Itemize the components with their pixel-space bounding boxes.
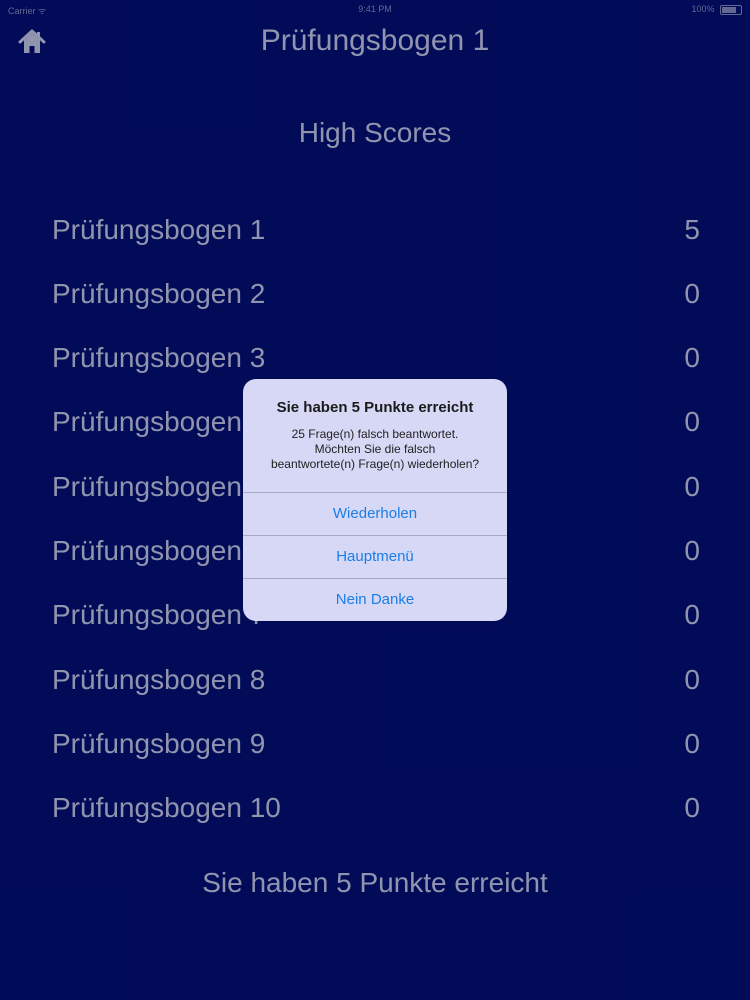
alert-message-line: 25 Frage(n) falsch beantwortet. — [291, 427, 459, 441]
alert-message-line: Möchten Sie die falsch — [314, 442, 436, 456]
alert-body: Sie haben 5 Punkte erreicht 25 Frage(n) … — [243, 379, 507, 492]
alert-message: 25 Frage(n) falsch beantwortet. Möchten … — [255, 427, 495, 472]
alert-title: Sie haben 5 Punkte erreicht — [276, 399, 474, 416]
screen: Carrier ᯤ 9:41 PM 100% Prüfungsbogen 1 H… — [0, 0, 750, 1000]
no-thanks-button[interactable]: Nein Danke — [243, 578, 507, 621]
main-menu-button[interactable]: Hauptmenü — [243, 535, 507, 578]
alert-message-line: beantwortete(n) Frage(n) wiederholen? — [270, 457, 480, 471]
retry-button[interactable]: Wiederholen — [243, 492, 507, 535]
result-alert-dialog: Sie haben 5 Punkte erreicht 25 Frage(n) … — [243, 379, 507, 621]
